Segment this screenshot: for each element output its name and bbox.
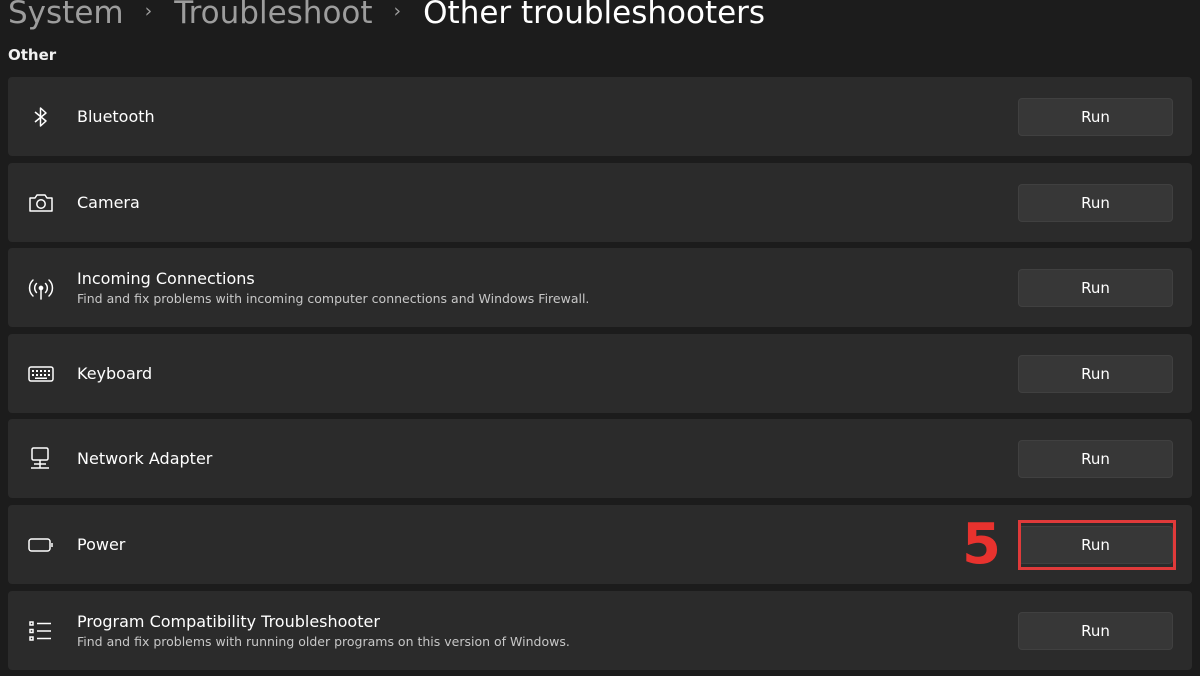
troubleshooter-title: Keyboard <box>77 363 153 383</box>
troubleshooter-row-program-compatibility: Program Compatibility Troubleshooter Fin… <box>8 590 1192 670</box>
troubleshooter-description: Find and fix problems with running older… <box>77 633 570 649</box>
chevron-right-icon: › <box>393 0 402 22</box>
troubleshooter-row-power: Power Run <box>8 504 1192 584</box>
troubleshooter-title: Network Adapter <box>77 449 213 469</box>
troubleshooter-row-network-adapter: Network Adapter Run <box>8 419 1192 499</box>
troubleshooter-title: Bluetooth <box>77 107 155 126</box>
network-adapter-icon <box>28 446 54 472</box>
breadcrumb: System › Troubleshoot › Other troublesho… <box>8 0 765 38</box>
troubleshooter-title: Camera <box>77 192 140 212</box>
run-camera-button[interactable]: Run <box>1018 183 1173 222</box>
page-title: Other troubleshooters <box>423 0 766 31</box>
troubleshooter-title: Incoming Connections <box>77 269 255 289</box>
troubleshooter-list: Bluetooth Run Camera Run Incoming Connec… <box>8 77 1192 676</box>
troubleshooter-title: Power <box>77 534 126 554</box>
antenna-icon <box>28 275 54 301</box>
highlight-box <box>1018 520 1176 570</box>
keyboard-icon <box>28 361 54 387</box>
troubleshooter-row-camera: Camera Run <box>8 162 1192 242</box>
run-bluetooth-button[interactable]: Run <box>1018 98 1173 136</box>
troubleshooter-row-incoming-connections: Incoming Connections Find and fix proble… <box>8 248 1192 328</box>
troubleshooter-description: Find and fix problems with incoming comp… <box>77 291 590 307</box>
troubleshooter-title: Program Compatibility Troubleshooter <box>77 611 380 631</box>
troubleshooter-row-bluetooth: Bluetooth Run <box>8 77 1192 156</box>
bluetooth-icon <box>28 104 54 130</box>
troubleshooter-row-keyboard: Keyboard Run <box>8 333 1192 413</box>
section-title: Other <box>8 46 57 64</box>
run-program-compatibility-button[interactable]: Run <box>1018 611 1173 650</box>
breadcrumb-troubleshoot[interactable]: Troubleshoot <box>174 0 372 31</box>
list-icon <box>28 618 54 644</box>
step-number-annotation: 5 <box>962 512 1001 577</box>
breadcrumb-system[interactable]: System <box>8 0 124 31</box>
run-network-adapter-button[interactable]: Run <box>1018 440 1173 479</box>
run-keyboard-button[interactable]: Run <box>1018 354 1173 393</box>
run-incoming-connections-button[interactable]: Run <box>1018 269 1173 308</box>
chevron-right-icon: › <box>144 0 153 22</box>
battery-icon <box>28 532 54 558</box>
camera-icon <box>28 190 54 216</box>
